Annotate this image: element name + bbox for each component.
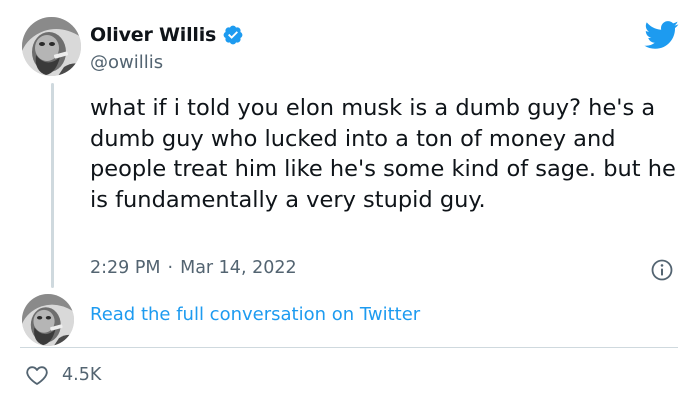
tweet-text: what if i told you elon musk is a dumb g… <box>90 95 676 213</box>
avatar-photo-icon <box>22 17 81 76</box>
verified-badge-icon <box>222 24 244 46</box>
like-button[interactable]: 4.5K <box>24 362 101 388</box>
author-display-name[interactable]: Oliver Willis <box>90 24 216 46</box>
read-full-conversation-link[interactable]: Read the full conversation on Twitter <box>90 304 420 325</box>
like-count: 4.5K <box>62 365 102 385</box>
tweet-date: Mar 14, 2022 <box>180 258 297 278</box>
heart-icon <box>24 362 50 388</box>
info-icon[interactable] <box>650 258 674 282</box>
author-name-row: Oliver Willis <box>90 22 244 48</box>
timestamp-separator: · <box>167 258 174 278</box>
author-handle[interactable]: @owillis <box>90 52 244 73</box>
tweet-card: Oliver Willis @owillis what if i told yo… <box>0 0 700 400</box>
author-avatar[interactable] <box>22 17 81 76</box>
divider <box>20 347 678 348</box>
avatar-photo-icon <box>22 294 74 346</box>
twitter-bird-icon[interactable] <box>643 20 679 50</box>
tweet-timestamp[interactable]: 2:29 PM · Mar 14, 2022 <box>90 258 297 278</box>
reply-avatar[interactable] <box>22 294 74 346</box>
author-info: Oliver Willis @owillis <box>90 22 244 73</box>
tweet-time: 2:29 PM <box>90 258 161 278</box>
thread-connector-line <box>51 83 54 288</box>
